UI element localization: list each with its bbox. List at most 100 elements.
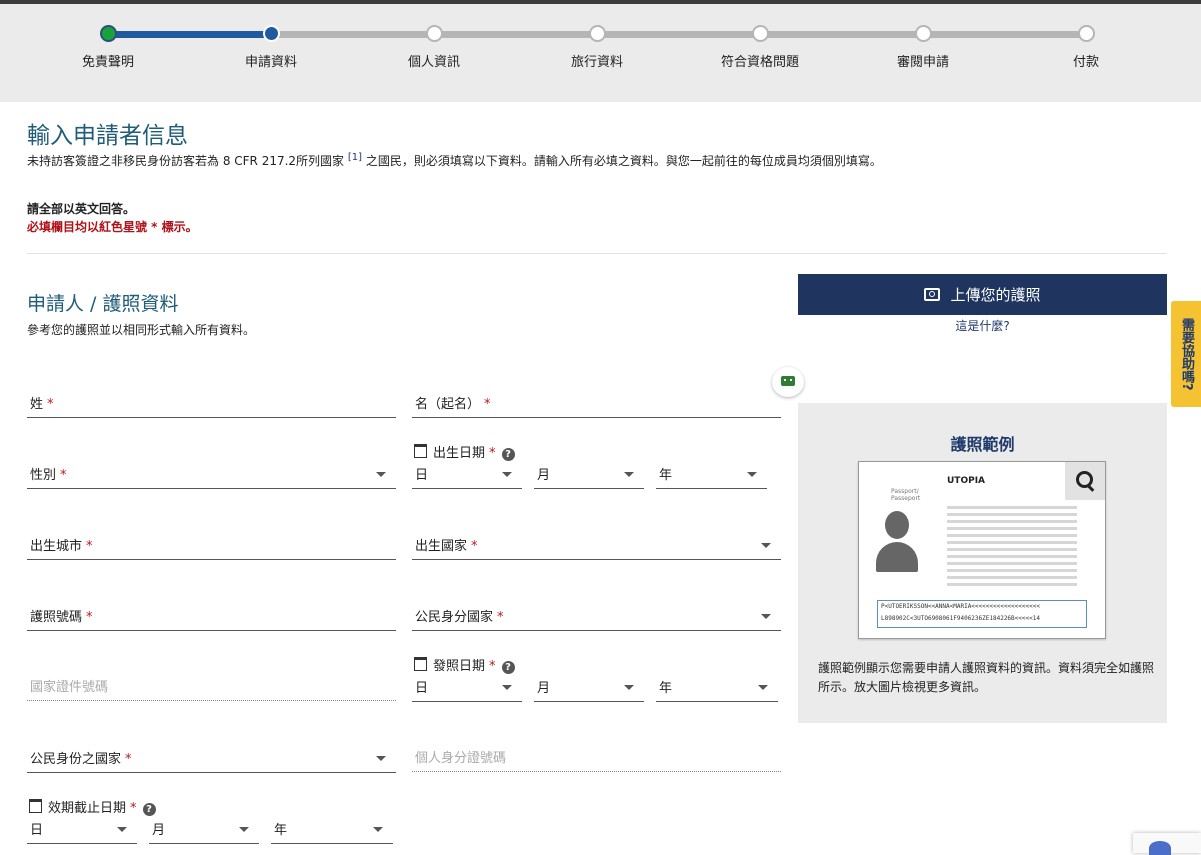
passport-label: Passport/ Passeport [891, 488, 921, 502]
personal-id-field[interactable]: 個人身分證號碼 [412, 749, 781, 772]
birth-country-label: 出生國家 * [415, 539, 478, 554]
footnote-link[interactable]: [1] [348, 152, 362, 163]
divider [27, 253, 1167, 254]
zoom-button[interactable] [1065, 462, 1105, 500]
passport-number-label: 護照號碼 * [30, 610, 93, 625]
passport-fields [947, 502, 1077, 590]
chevron-down-icon [502, 685, 512, 690]
gender-label: 性別 * [30, 468, 67, 483]
help-icon[interactable]: ? [501, 661, 515, 674]
chevron-down-icon [502, 472, 512, 477]
national-id-placeholder: 國家證件號碼 [30, 680, 109, 695]
mrz-line-1: P<UTOERIKSSON<<ANNA<MARIA<<<<<<<<<<<<<<<… [881, 603, 1040, 610]
calendar-icon [414, 444, 427, 458]
issue-year-select[interactable]: 年 [656, 679, 778, 702]
step-dot-5 [752, 25, 769, 42]
chevron-down-icon [758, 685, 768, 690]
step-label-travel: 旅行資料 [570, 55, 623, 70]
step-dot-4 [589, 25, 606, 42]
step-dot-7 [1078, 25, 1095, 42]
need-help-tab[interactable]: 需要協助嗎? [1171, 301, 1201, 407]
intro-part-1: 未持訪客簽證之非移民身份訪客若為 8 CFR 217.2所列國家 [27, 154, 348, 168]
upload-passport-label: 上傳您的護照 [950, 286, 1041, 304]
step-dot-2 [263, 25, 280, 42]
scanner-icon [781, 376, 795, 386]
month-label: 月 [152, 823, 166, 838]
year-label: 年 [659, 468, 673, 483]
given-name-label: 名（起名） * [415, 397, 491, 412]
step-label-disclaimer: 免責聲明 [81, 55, 134, 70]
chevron-down-icon [239, 827, 249, 832]
recaptcha-badge[interactable] [1133, 833, 1201, 855]
section-title: 申請人 / 護照資料 [27, 293, 179, 315]
chevron-down-icon [373, 827, 383, 832]
gender-select[interactable]: 性別 * [27, 466, 396, 489]
expiry-year-select[interactable]: 年 [271, 821, 393, 844]
example-title: 護照範例 [950, 435, 1015, 454]
expiry-date-label: 效期截止日期 *? [29, 797, 156, 816]
help-icon[interactable]: ? [501, 448, 515, 461]
year-label: 年 [659, 681, 673, 696]
step-dot-1 [100, 25, 117, 42]
birth-city-field[interactable]: 出生城市 * [27, 537, 396, 560]
surname-label: 姓 * [30, 397, 54, 412]
portrait-body [876, 542, 918, 572]
step-label-application: 申請資料 [244, 55, 297, 70]
step-label-payment: 付款 [1072, 55, 1099, 70]
personal-id-placeholder: 個人身分證號碼 [415, 751, 507, 766]
section-subtitle: 參考您的護照並以相同形式輸入所有資料。 [27, 323, 256, 337]
chevron-down-icon [761, 543, 771, 548]
chevron-down-icon [376, 756, 386, 761]
issue-month-select[interactable]: 月 [534, 679, 644, 702]
camera-icon [924, 288, 941, 301]
chevron-down-icon [117, 827, 127, 832]
mrz-line-2: L898902C<3UTO6908061F9406236ZE184226B<<<… [881, 615, 1040, 622]
mrz-zone: P<UTOERIKSSON<<ANNA<MARIA<<<<<<<<<<<<<<<… [877, 600, 1087, 628]
citizen-of-select[interactable]: 公民身份之國家 * [27, 750, 396, 773]
passport-country: UTOPIA [947, 476, 986, 486]
chevron-down-icon [761, 614, 771, 619]
expiry-month-select[interactable]: 月 [149, 821, 259, 844]
issue-date-label: 發照日期 *? [414, 655, 515, 674]
day-label: 日 [415, 468, 429, 483]
step-label-eligibility: 符合資格問題 [720, 55, 799, 70]
help-icon[interactable]: ? [142, 803, 156, 816]
passport-sample-image[interactable]: Passport/ Passeport UTOPIA P<UTOERIKSSON… [858, 461, 1106, 639]
citizenship-country-label: 公民身分國家 * [415, 610, 504, 625]
citizen-of-label: 公民身份之國家 * [30, 752, 132, 767]
expiry-day-select[interactable]: 日 [27, 821, 137, 844]
issue-day-select[interactable]: 日 [412, 679, 522, 702]
what-is-this-link[interactable]: 這是什麼? [798, 317, 1167, 334]
step-label-review: 審閱申請 [896, 55, 949, 70]
surname-field[interactable]: 姓 * [27, 395, 396, 418]
birth-country-select[interactable]: 出生國家 * [412, 537, 781, 560]
dob-year-select[interactable]: 年 [656, 466, 767, 489]
month-label: 月 [537, 681, 551, 696]
year-label: 年 [274, 823, 288, 838]
national-id-field[interactable]: 國家證件號碼 [27, 678, 396, 701]
step-dot-6 [915, 25, 932, 42]
chevron-down-icon [624, 685, 634, 690]
intro-text: 未持訪客簽證之非移民身份訪客若為 8 CFR 217.2所列國家 [1] 之國民… [27, 152, 967, 169]
chevron-down-icon [624, 472, 634, 477]
given-name-field[interactable]: 名（起名） * [412, 395, 781, 418]
step-dot-3 [426, 25, 443, 42]
upload-passport-button[interactable]: 上傳您的護照 [798, 274, 1167, 315]
dob-month-select[interactable]: 月 [534, 466, 644, 489]
dob-label: 出生日期 *? [414, 442, 515, 461]
dob-day-select[interactable]: 日 [412, 466, 522, 489]
scan-passport-button[interactable] [772, 367, 804, 397]
chevron-down-icon [747, 472, 757, 477]
calendar-icon [29, 799, 42, 813]
calendar-icon [414, 657, 427, 671]
birth-city-label: 出生城市 * [30, 539, 93, 554]
citizenship-country-select[interactable]: 公民身分國家 * [412, 608, 781, 631]
month-label: 月 [537, 468, 551, 483]
example-caption: 護照範例顯示您需要申請人護照資料的資訊。資料須完全如護照所示。放大圖片檢視更多資… [818, 661, 1155, 694]
step-label-personal: 個人資訊 [407, 55, 460, 70]
progress-track-completed [108, 31, 270, 38]
portrait-head [885, 511, 909, 539]
required-notice: 必填欄目均以紅色星號 * 標示。 [27, 220, 198, 234]
progress-bar: 免責聲明 申請資料 個人資訊 旅行資料 符合資格問題 審閱申請 付款 [0, 4, 1201, 102]
passport-number-field[interactable]: 護照號碼 * [27, 608, 396, 631]
